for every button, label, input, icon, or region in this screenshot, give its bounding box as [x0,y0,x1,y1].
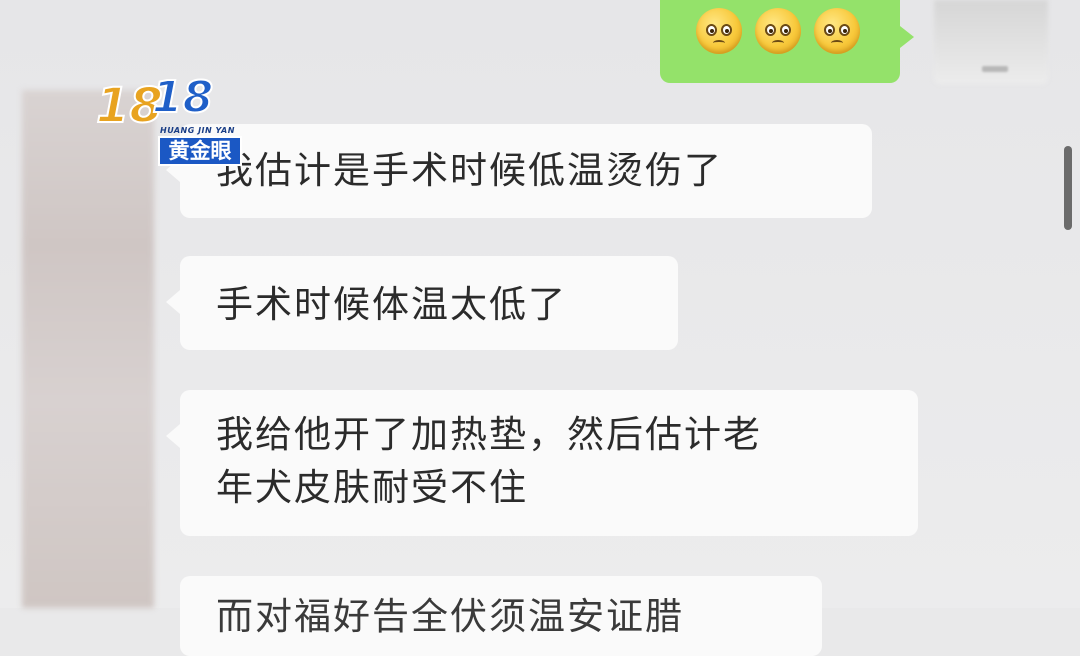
chat-scrollbar[interactable] [1064,146,1072,230]
message-text: 我估计是手术时候低温烫伤了 [216,149,723,192]
received-message-bubble[interactable]: 我给他开了加热垫，然后估计老 年犬皮肤耐受不住 [166,390,918,536]
grimacing-face-emoji-icon [814,8,860,54]
received-message-bubble[interactable]: 手术时候体温太低了 [166,256,678,350]
chat-area: 我估计是手术时候低温烫伤了 手术时候体温太低了 我给他开了加热垫，然后估计老 年… [0,0,1080,656]
grimacing-face-emoji-icon [755,8,801,54]
message-text-line: 我给他开了加热垫，然后估计老 [216,413,762,456]
grimacing-face-emoji-icon [696,8,742,54]
message-text: 手术时候体温太低了 [216,283,567,326]
channel-logo: 18 18 HUANG JIN YAN 黄金眼 [95,71,260,172]
message-text: 而对福好告全伏须温安证腊 [216,595,684,638]
logo-subtitle: HUANG JIN YAN [160,126,235,135]
logo-brand-plate: 黄金眼 [158,136,242,166]
sender-avatar-caption [982,66,1008,72]
received-message-bubble-partial[interactable]: 而对福好告全伏须温安证腊 [180,576,822,656]
received-message-bubble[interactable]: 我估计是手术时候低温烫伤了 [166,124,872,218]
message-text-line: 年犬皮肤耐受不住 [216,466,528,509]
sent-message-bubble[interactable] [660,0,914,83]
logo-digits-blue: 18 [151,71,214,124]
